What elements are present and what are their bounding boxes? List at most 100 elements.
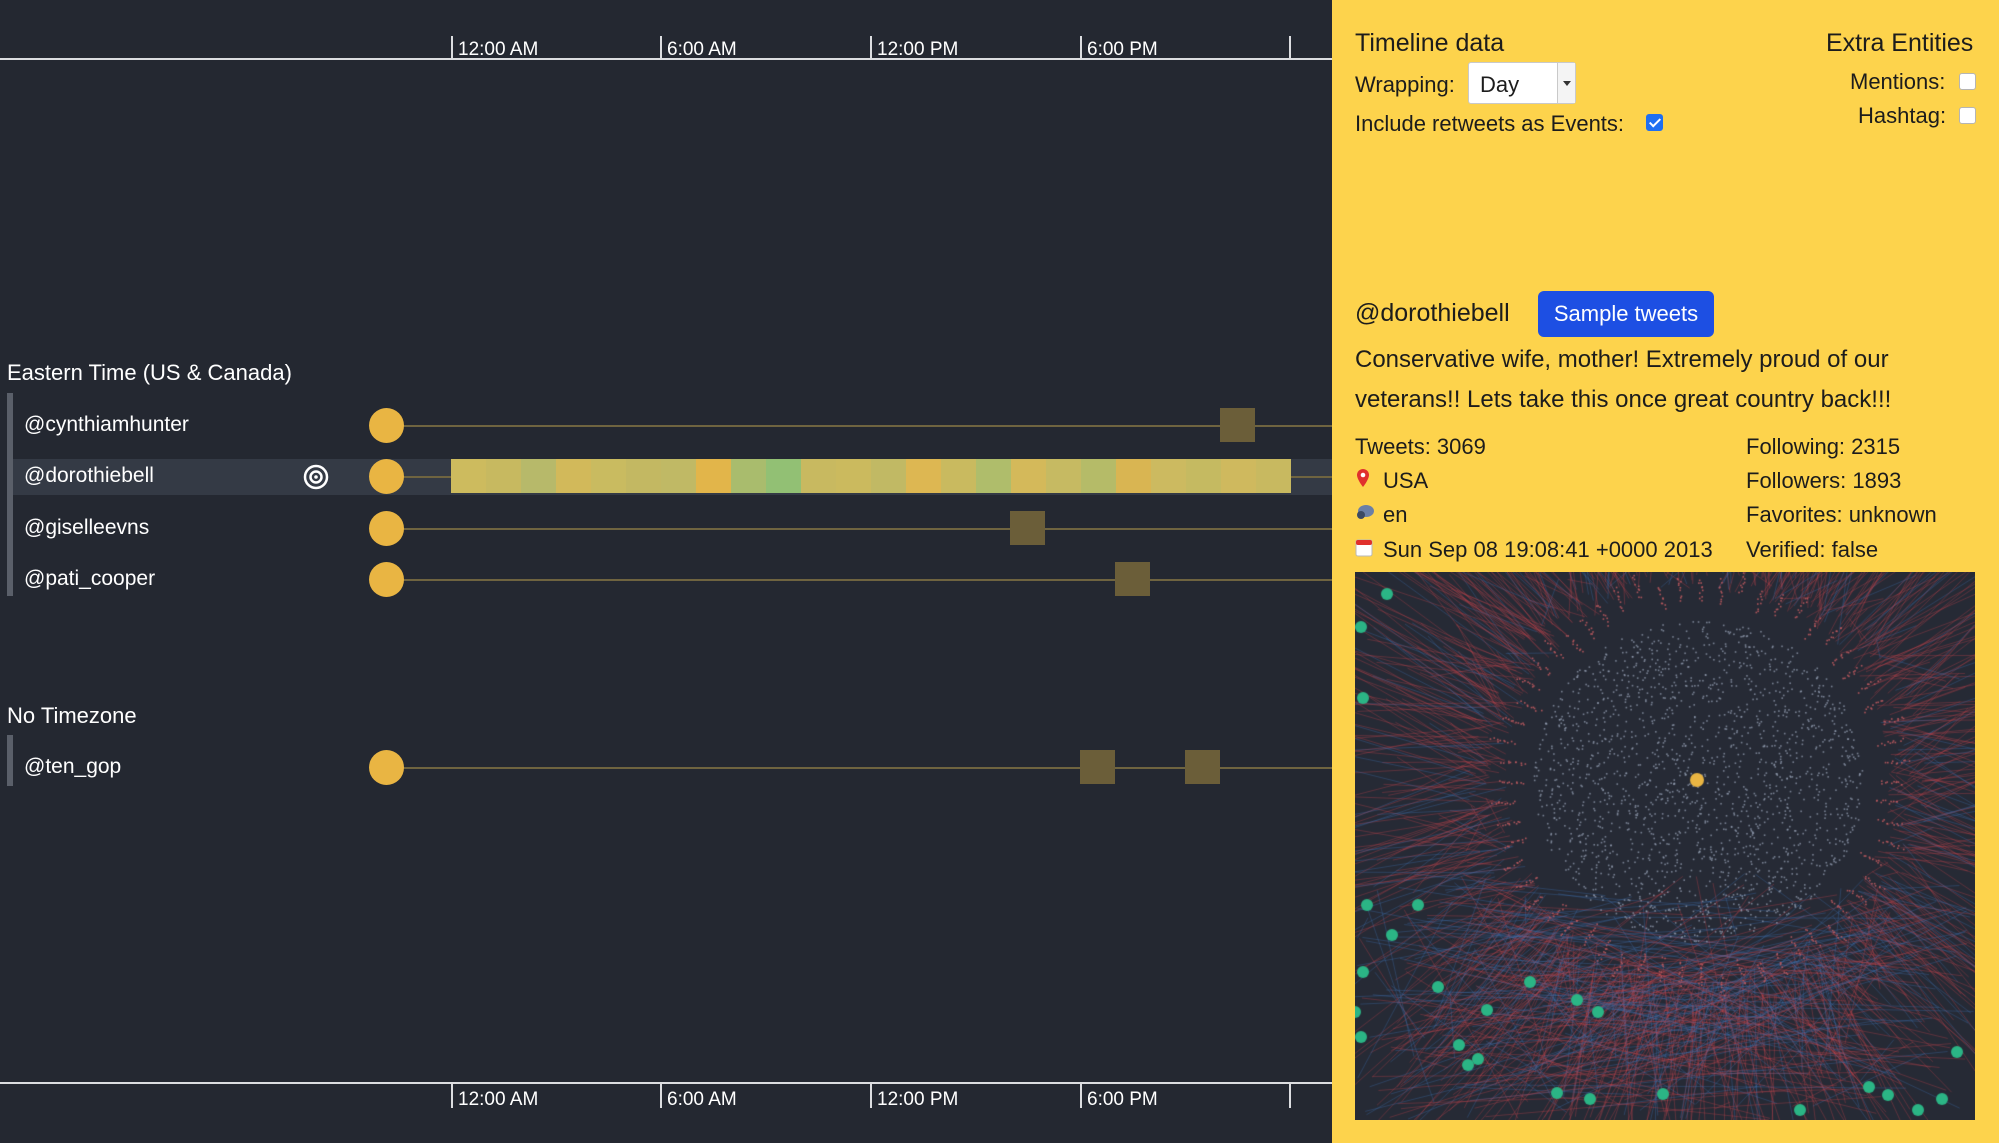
row-node-dot[interactable]: [369, 459, 404, 494]
sample-tweets-button[interactable]: Sample tweets: [1538, 291, 1714, 337]
heat-cell[interactable]: [486, 459, 521, 493]
retweets-label: Include retweets as Events:: [1355, 111, 1625, 136]
heat-cell[interactable]: [1256, 459, 1291, 493]
verified-status: Verified: false: [1746, 537, 1879, 562]
tick-label: 12:00 AM: [458, 1089, 539, 1110]
retweets-checkbox[interactable]: [1646, 114, 1663, 131]
mentions-label: Mentions:: [1850, 69, 1946, 94]
heat-cell[interactable]: [521, 459, 556, 493]
details-panel: Timeline data Wrapping: Day Include retw…: [1332, 0, 1999, 1143]
heat-cell[interactable]: [1081, 459, 1116, 493]
language-value: en: [1383, 502, 1408, 527]
axis-tick: 12:00 PM: [870, 36, 958, 60]
heat-cell[interactable]: [1186, 459, 1221, 493]
row-line: [386, 579, 1332, 581]
following-count: Following: 2315: [1746, 434, 1901, 459]
network-graph[interactable]: [1355, 572, 1975, 1120]
wrapping-select-value: Day: [1480, 72, 1520, 97]
event-block[interactable]: [1010, 511, 1045, 545]
group-title-no-timezone: No Timezone: [7, 703, 137, 728]
followers-count: Followers: 1893: [1746, 468, 1902, 493]
heat-cell[interactable]: [1116, 459, 1151, 493]
favorites-count: Favorites: unknown: [1746, 502, 1937, 527]
user-handle: @dorothiebell: [1355, 299, 1510, 327]
heat-cell[interactable]: [626, 459, 661, 493]
heat-cell[interactable]: [941, 459, 976, 493]
axis-tick: [1289, 1084, 1291, 1108]
heat-cell[interactable]: [976, 459, 1011, 493]
timeline-row-cynthiamhunter[interactable]: @cynthiamhunter: [0, 408, 1332, 444]
wrapping-select[interactable]: Day: [1468, 62, 1576, 104]
timeline-row-pati-cooper[interactable]: @pati_cooper: [0, 562, 1332, 598]
network-graph-canvas[interactable]: [1355, 572, 1975, 1120]
timeline-view[interactable]: 12:00 AM 6:00 AM 12:00 PM 6:00 PM Easter…: [0, 0, 1332, 1143]
axis-tick: 6:00 PM: [1080, 36, 1158, 60]
axis-tick: [1289, 36, 1291, 60]
tick-label: 12:00 PM: [877, 39, 959, 60]
heat-cell[interactable]: [451, 459, 486, 493]
axis-tick: 12:00 AM: [451, 36, 538, 60]
heat-cell[interactable]: [591, 459, 626, 493]
user-bio: Conservative wife, mother! Extremely pro…: [1355, 346, 1892, 413]
row-label[interactable]: @giselleevns: [24, 516, 149, 540]
tick-label: 6:00 AM: [667, 39, 737, 60]
chevron-down-icon[interactable]: [1557, 63, 1575, 103]
heat-cell[interactable]: [696, 459, 731, 493]
timeline-row-giselleevns[interactable]: @giselleevns: [0, 511, 1332, 547]
event-block[interactable]: [1185, 750, 1220, 784]
row-node-dot[interactable]: [369, 408, 404, 443]
row-line: [386, 528, 1332, 530]
extra-entities-title: Extra Entities: [1826, 29, 1974, 57]
timeline-row-dorothiebell[interactable]: @dorothiebell: [13, 459, 1332, 495]
heat-cell[interactable]: [731, 459, 766, 493]
location-row: USA: [1355, 468, 1428, 494]
axis-tick: 6:00 PM: [1080, 1084, 1158, 1110]
language-row: en: [1355, 502, 1407, 528]
row-node-dot[interactable]: [369, 562, 404, 597]
row-line: [386, 425, 1332, 427]
time-axis-bottom: 12:00 AM 6:00 AM 12:00 PM 6:00 PM: [0, 1082, 1332, 1112]
hashtag-label: Hashtag:: [1858, 103, 1947, 128]
tick-label: 12:00 PM: [877, 1089, 959, 1110]
tweets-count: Tweets: 3069: [1355, 434, 1486, 459]
heat-cell[interactable]: [1011, 459, 1046, 493]
location-value: USA: [1383, 468, 1429, 493]
map-pin-icon: [1355, 468, 1375, 493]
tick-label: 12:00 AM: [458, 39, 539, 60]
row-label[interactable]: @dorothiebell: [24, 464, 154, 488]
row-node-dot[interactable]: [369, 750, 404, 785]
heat-cell[interactable]: [871, 459, 906, 493]
axis-tick: 6:00 AM: [660, 36, 737, 60]
heat-cell[interactable]: [801, 459, 836, 493]
heat-cell[interactable]: [661, 459, 696, 493]
panel-title: Timeline data: [1355, 29, 1505, 57]
target-icon[interactable]: [302, 463, 330, 491]
row-node-dot[interactable]: [369, 511, 404, 546]
tick-label: 6:00 AM: [667, 1089, 737, 1110]
tick-label: 6:00 PM: [1087, 39, 1158, 60]
created-row: Sun Sep 08 19:08:41 +0000 2013: [1355, 537, 1713, 563]
heat-cell[interactable]: [906, 459, 941, 493]
heat-cell[interactable]: [1221, 459, 1256, 493]
axis-tick: 12:00 AM: [451, 1084, 538, 1110]
heat-cell[interactable]: [556, 459, 591, 493]
row-label[interactable]: @ten_gop: [24, 755, 121, 779]
event-block[interactable]: [1115, 562, 1150, 596]
heat-cell[interactable]: [766, 459, 801, 493]
heat-cell[interactable]: [1151, 459, 1186, 493]
heat-cell[interactable]: [1046, 459, 1081, 493]
timeline-row-ten-gop[interactable]: @ten_gop: [0, 750, 1332, 786]
event-block[interactable]: [1080, 750, 1115, 784]
heat-cell[interactable]: [836, 459, 871, 493]
calendar-icon: [1355, 537, 1375, 562]
created-value: Sun Sep 08 19:08:41 +0000 2013: [1383, 537, 1713, 562]
mentions-checkbox[interactable]: [1959, 73, 1976, 90]
tick-label: 6:00 PM: [1087, 1089, 1158, 1110]
group-title-eastern-time: Eastern Time (US & Canada): [7, 360, 292, 385]
row-label[interactable]: @pati_cooper: [24, 567, 155, 591]
hashtag-checkbox[interactable]: [1959, 107, 1976, 124]
row-label[interactable]: @cynthiamhunter: [24, 413, 189, 437]
time-axis-top: 12:00 AM 6:00 AM 12:00 PM 6:00 PM: [0, 30, 1332, 60]
wrapping-label: Wrapping:: [1355, 72, 1455, 97]
event-block[interactable]: [1220, 408, 1255, 442]
